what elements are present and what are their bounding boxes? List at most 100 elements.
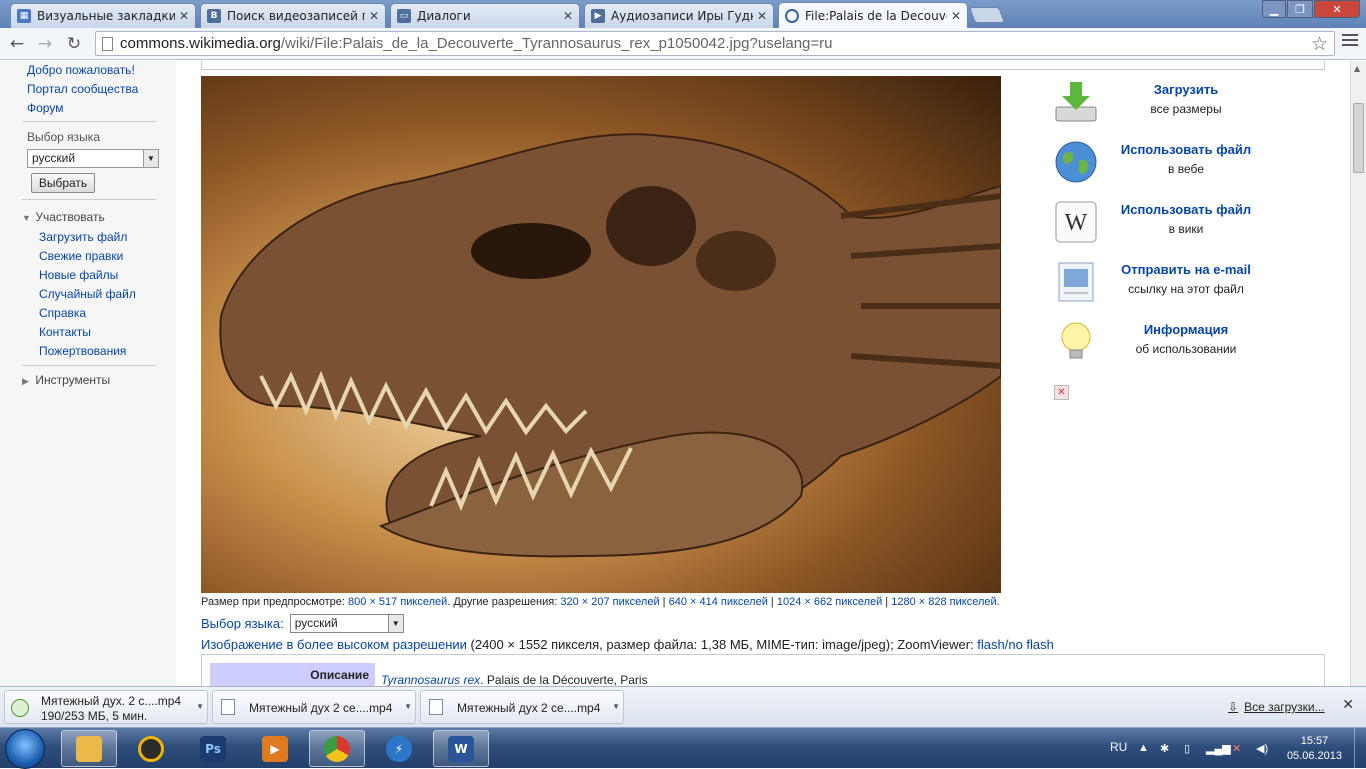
tab-wikimedia-file[interactable]: File:Palais de la Decouverte ✕ <box>778 2 968 28</box>
sidebar-link-random-file[interactable]: Случайный файл <box>39 285 176 304</box>
chevron-down-icon[interactable]: ▼ <box>612 702 620 711</box>
preview-size-link[interactable]: 800 × 517 пикселей <box>348 596 447 608</box>
clock-date: 05.06.2013 <box>1286 750 1342 762</box>
taskbar-app-explorer[interactable] <box>61 730 117 767</box>
battery-icon[interactable]: ▯ <box>1184 742 1190 755</box>
sidebar-link-upload[interactable]: Загрузить файл <box>39 228 176 247</box>
clock[interactable]: 15:57 05.06.2013 <box>1287 734 1342 764</box>
taskbar-app-chrome[interactable] <box>309 730 365 767</box>
tray-expand-icon[interactable]: ▲ <box>1138 742 1149 754</box>
close-icon[interactable]: ✕ <box>1342 697 1354 713</box>
description-language-select[interactable]: русский ▼ <box>289 614 404 633</box>
address-bar[interactable]: commons.wikimedia.org/wiki/File:Palais_d… <box>95 31 1335 56</box>
file-toc-frame <box>201 61 1325 70</box>
action-use-wiki[interactable]: W Использовать файл в вики <box>1051 196 1311 252</box>
participate-section-toggle[interactable]: ▼ Участвовать <box>22 207 176 227</box>
action-info[interactable]: Информация об использовании <box>1051 316 1311 372</box>
tab-video-search[interactable]: B Поиск видеозаписей по запросу ✕ <box>200 3 386 28</box>
back-arrow-icon[interactable]: ← <box>5 32 29 56</box>
vk-icon: B <box>207 9 221 23</box>
download-progress-icon <box>11 699 29 717</box>
bluetooth-icon[interactable]: ✱ <box>1160 742 1169 755</box>
sidebar-link-donate[interactable]: Пожертвования <box>39 342 176 361</box>
description-language-row: Выбор языка: русский ▼ <box>201 614 404 633</box>
res-link-1280[interactable]: 1280 × 828 пикселей <box>891 596 996 608</box>
res-link-640[interactable]: 640 × 414 пикселей <box>669 596 768 608</box>
maximize-button[interactable]: ❐ <box>1287 0 1313 18</box>
action-download[interactable]: Загрузить все размеры <box>1051 76 1311 132</box>
hires-info: (2400 × 1552 пикселя, размер файла: 1,38… <box>466 637 978 652</box>
download-item[interactable]: Мятежный дух 2 се....mp4 ▼ <box>212 690 416 724</box>
page-scrollbar[interactable]: ▲ <box>1350 61 1366 686</box>
close-icon[interactable]: ✕ <box>757 9 767 23</box>
reload-icon[interactable]: ↻ <box>62 32 86 56</box>
sidebar-link-forum[interactable]: Форум <box>27 99 176 118</box>
res-link-320[interactable]: 320 × 207 пикселей <box>560 596 659 608</box>
action-title: Информация <box>1143 322 1229 337</box>
bookmark-star-icon[interactable]: ☆ <box>1311 33 1328 56</box>
start-button[interactable] <box>5 729 45 769</box>
action-title: Отправить на e-mail <box>1121 262 1251 277</box>
zoomviewer-link[interactable]: flash/no flash <box>977 637 1054 652</box>
language-select[interactable]: русский ▼ <box>27 149 159 168</box>
network-error-icon[interactable]: ✕ <box>1232 742 1241 755</box>
taskbar-app-photoshop[interactable]: Ps <box>185 730 241 767</box>
volume-icon[interactable]: ◀) <box>1256 742 1268 755</box>
close-icon[interactable]: ✕ <box>179 9 189 23</box>
email-icon <box>1058 262 1094 302</box>
all-downloads-link[interactable]: ⇩ Все загрузки... <box>1228 700 1325 714</box>
input-language[interactable]: RU <box>1110 740 1127 754</box>
video-player-icon: ▶ <box>262 735 288 762</box>
sidebar-link-help[interactable]: Справка <box>39 304 176 323</box>
tab-audio[interactable]: ▶ Аудиозаписи Иры Гудковой ✕ <box>584 3 774 28</box>
description-heading: Описание <box>210 663 375 686</box>
preview-size-info: Размер при предпросмотре: 800 × 517 пикс… <box>201 596 1000 608</box>
tab-strip: ▦ Визуальные закладки ✕ B Поиск видеозап… <box>0 0 1366 28</box>
taskbar-app-aimp[interactable] <box>123 730 179 767</box>
page-icon <box>102 37 113 51</box>
divider <box>22 365 156 366</box>
sidebar-link-contacts[interactable]: Контакты <box>39 323 176 342</box>
close-window-button[interactable]: ✕ <box>1314 0 1360 18</box>
scroll-up-icon[interactable]: ▲ <box>1354 64 1360 73</box>
res-link-1024[interactable]: 1024 × 662 пикселей <box>777 596 882 608</box>
close-icon[interactable]: ✕ <box>563 9 573 23</box>
sidebar-link-community-portal[interactable]: Портал сообщества <box>27 80 176 99</box>
close-icon[interactable]: ✕ <box>369 9 379 23</box>
action-use-web[interactable]: Использовать файл в вебе <box>1051 136 1311 192</box>
minimize-button[interactable]: ▁ <box>1262 0 1286 18</box>
res-separator: | <box>882 596 892 608</box>
tools-section-toggle[interactable]: ▶ Инструменты <box>22 370 176 390</box>
chat-icon: ▭ <box>397 9 411 23</box>
play-icon: ▶ <box>591 9 605 23</box>
sidebar-link-new-files[interactable]: Новые файлы <box>39 266 176 285</box>
chevron-down-icon[interactable]: ▼ <box>404 702 412 711</box>
media-player-icon <box>138 735 164 762</box>
language-submit-button[interactable]: Выбрать <box>31 173 95 193</box>
close-icon[interactable]: ✕ <box>951 9 961 23</box>
taskbar-app-word[interactable]: W <box>433 730 489 767</box>
tab-title: Поиск видеозаписей по запросу <box>227 9 365 23</box>
new-tab-button[interactable] <box>969 7 1005 23</box>
trex-skull-illustration <box>219 133 1001 558</box>
show-desktop-button[interactable] <box>1354 728 1366 769</box>
taskbar-app-download[interactable]: ⚡ <box>371 730 427 767</box>
sidebar-link-recent-changes[interactable]: Свежие правки <box>39 247 176 266</box>
action-email[interactable]: Отправить на e-mail ссылку на этот файл <box>1051 256 1311 312</box>
hires-link[interactable]: Изображение в более высоком разрешении <box>201 637 467 652</box>
tab-visual-bookmarks[interactable]: ▦ Визуальные закладки ✕ <box>10 3 196 28</box>
taskbar-app-video[interactable]: ▶ <box>247 730 303 767</box>
download-item[interactable]: Мятежный дух 2 се....mp4 ▼ <box>420 690 624 724</box>
trex-photo[interactable] <box>201 76 1001 593</box>
triangle-down-icon: ▼ <box>22 213 31 223</box>
sidebar-link-welcome[interactable]: Добро пожаловать! <box>27 61 176 80</box>
chevron-down-icon[interactable]: ▼ <box>196 702 204 711</box>
tab-dialogs[interactable]: ▭ Диалоги ✕ <box>390 3 580 28</box>
signal-icon[interactable]: ▂▄▆ <box>1206 742 1231 755</box>
menu-icon[interactable] <box>1342 34 1358 49</box>
scrollbar-thumb[interactable] <box>1353 103 1364 173</box>
species-link[interactable]: Tyrannosaurus rex <box>381 673 480 686</box>
download-item[interactable]: Мятежный дух. 2 с....mp4 190/253 МБ, 5 м… <box>4 690 208 724</box>
tab-title: Диалоги <box>417 9 471 23</box>
forward-arrow-icon[interactable]: → <box>33 32 57 56</box>
